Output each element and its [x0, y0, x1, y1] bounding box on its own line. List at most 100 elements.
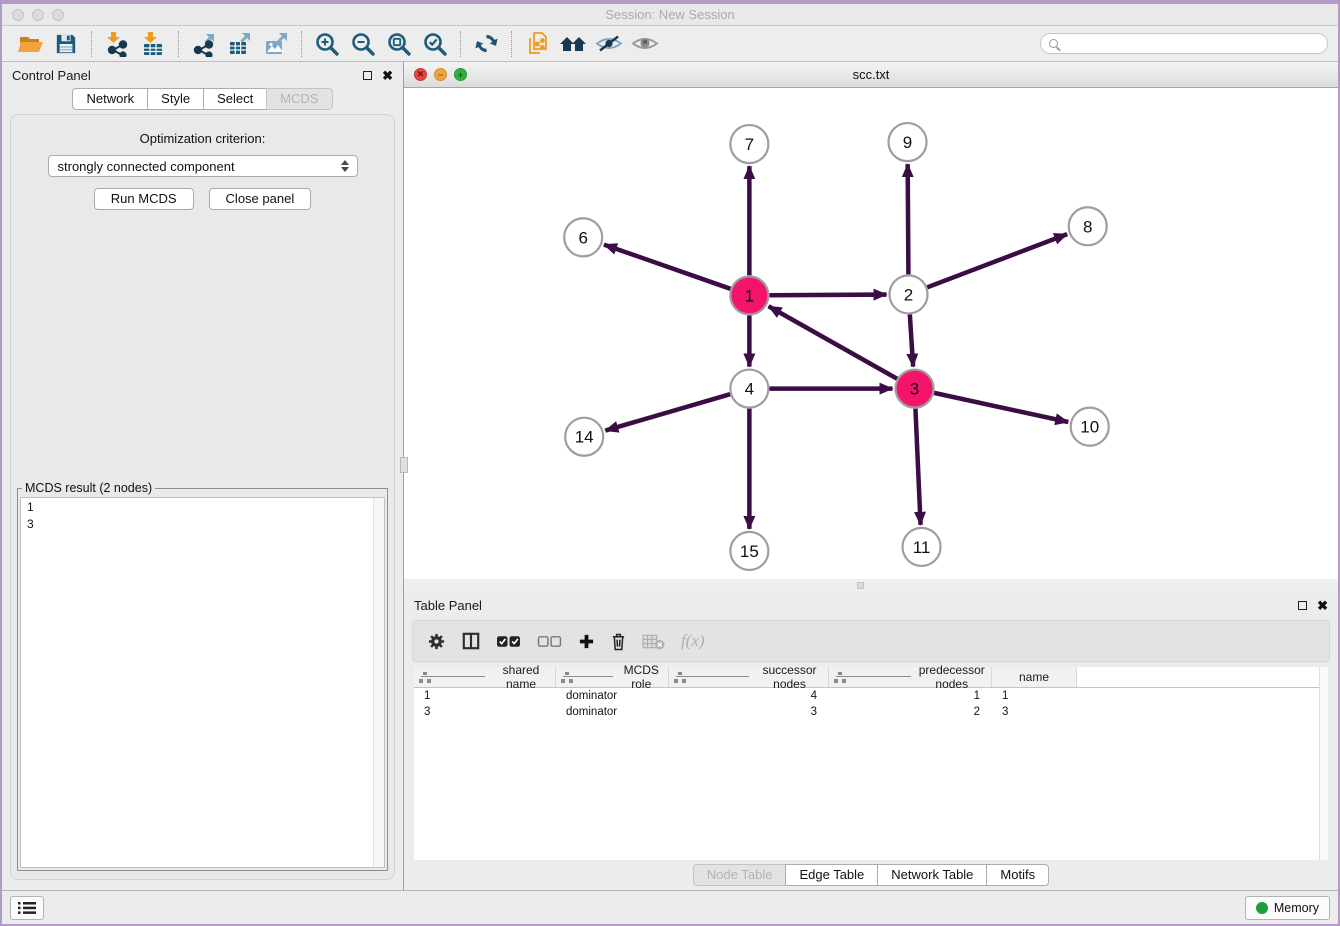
function-builder-button[interactable]: f(x): [681, 631, 705, 651]
refresh-icon: [474, 31, 499, 56]
node-label-3: 3: [910, 380, 919, 399]
float-panel-icon[interactable]: [363, 71, 372, 80]
toolbar-separator: [301, 31, 302, 57]
column-header-shared-name[interactable]: shared name: [414, 667, 556, 687]
export-network-icon: [191, 31, 217, 57]
float-table-panel-icon[interactable]: [1298, 601, 1307, 610]
edge-2-3[interactable]: [910, 314, 913, 366]
table-scrollbar[interactable]: [1319, 667, 1328, 860]
open-session-button[interactable]: [12, 29, 48, 59]
tab-network[interactable]: Network: [72, 88, 148, 110]
mcds-result-lines[interactable]: 13: [20, 497, 385, 868]
table-cell: 2: [829, 706, 992, 718]
import-table-icon: [140, 31, 166, 57]
tab-network-table[interactable]: Network Table: [877, 864, 987, 886]
save-session-button[interactable]: [48, 29, 84, 59]
column-header-name[interactable]: name: [992, 667, 1077, 687]
zoom-fit-button[interactable]: [381, 29, 417, 59]
search-input[interactable]: [1064, 34, 1327, 53]
criterion-select[interactable]: strongly connected component: [48, 155, 358, 177]
export-network-button[interactable]: [186, 29, 222, 59]
panel-divider-grip[interactable]: [400, 457, 408, 473]
import-network-icon: [104, 31, 130, 57]
table-cell: 1: [992, 690, 1077, 702]
tab-node-table[interactable]: Node Table: [693, 864, 787, 886]
table-cell: 3: [414, 706, 556, 718]
application-window: Session: New Session: [0, 0, 1340, 926]
first-neighbors-button[interactable]: [555, 29, 591, 59]
edge-2-9[interactable]: [908, 164, 909, 274]
close-panel-button[interactable]: Close panel: [209, 188, 312, 210]
zoom-fit-icon: [386, 31, 412, 57]
column-header-predecessor-nodes[interactable]: predecessor nodes: [829, 667, 992, 687]
tab-select[interactable]: Select: [203, 88, 267, 110]
import-table-button[interactable]: [135, 29, 171, 59]
tab-motifs[interactable]: Motifs: [986, 864, 1049, 886]
criterion-value: strongly connected component: [58, 159, 341, 174]
edge-3-1[interactable]: [769, 306, 898, 379]
create-column-button[interactable]: [578, 633, 595, 650]
edge-1-6[interactable]: [604, 245, 730, 289]
network-canvas[interactable]: 7968124314101511: [404, 88, 1338, 579]
export-image-button[interactable]: [258, 29, 294, 59]
tab-mcds[interactable]: MCDS: [266, 88, 332, 110]
column-hierarchy-icon: [561, 672, 615, 683]
table-row[interactable]: 3dominator323: [414, 704, 1328, 720]
zoom-selected-button[interactable]: [417, 29, 453, 59]
table-body: 1dominator4113dominator323: [414, 688, 1328, 860]
eye-icon: [631, 33, 659, 54]
tab-style[interactable]: Style: [147, 88, 204, 110]
close-table-panel-icon[interactable]: ✖: [1317, 599, 1328, 612]
optimization-criterion-label: Optimization criterion:: [11, 131, 394, 146]
table-cell: 3: [992, 706, 1077, 718]
network-window-titlebar: ✕ − + scc.txt: [404, 62, 1338, 88]
network-view-window: ✕ − + scc.txt 7968124314101511: [404, 62, 1338, 592]
table-panel-title: Table Panel: [414, 598, 482, 613]
export-table-icon: [227, 31, 253, 57]
main-toolbar: [2, 26, 1338, 62]
resize-grip[interactable]: [857, 582, 864, 589]
main-area: Control Panel ✖ Network Style Select MCD…: [2, 62, 1338, 890]
plus-icon: [578, 633, 595, 650]
tab-edge-table[interactable]: Edge Table: [785, 864, 878, 886]
result-line: 3: [27, 516, 370, 533]
task-history-button[interactable]: [10, 896, 44, 920]
refresh-network-button[interactable]: [468, 29, 504, 59]
show-columns-button[interactable]: [462, 632, 480, 650]
close-panel-icon[interactable]: ✖: [382, 69, 393, 82]
export-table-button[interactable]: [222, 29, 258, 59]
mcds-result-title: MCDS result (2 nodes): [22, 481, 155, 495]
search-icon: [1049, 39, 1058, 48]
table-tabs: Node Table Edge Table Network Table Moti…: [404, 860, 1338, 890]
node-label-4: 4: [745, 380, 754, 399]
import-network-button[interactable]: [99, 29, 135, 59]
edge-3-10[interactable]: [934, 393, 1068, 422]
toolbar-separator: [460, 31, 461, 57]
deselect-all-button[interactable]: [537, 634, 562, 649]
clone-network-button[interactable]: [519, 29, 555, 59]
zoom-out-button[interactable]: [345, 29, 381, 59]
edge-3-11[interactable]: [915, 409, 920, 525]
zoom-in-button[interactable]: [309, 29, 345, 59]
checked-boxes-icon: [496, 634, 521, 649]
hide-selected-button[interactable]: [591, 29, 627, 59]
show-all-button[interactable]: [627, 29, 663, 59]
table-cell: 1: [829, 690, 992, 702]
column-header-MCDS-role[interactable]: MCDS role: [556, 667, 669, 687]
delete-table-button[interactable]: [642, 633, 665, 650]
node-label-9: 9: [903, 133, 912, 152]
edge-4-14[interactable]: [605, 394, 730, 430]
run-mcds-button[interactable]: Run MCDS: [94, 188, 194, 210]
memory-button[interactable]: Memory: [1245, 896, 1330, 920]
eye-slash-icon: [595, 33, 623, 54]
node-label-14: 14: [575, 428, 594, 447]
search-field[interactable]: [1040, 33, 1328, 54]
edge-1-2[interactable]: [769, 295, 886, 296]
table-panel-header: Table Panel ✖: [404, 592, 1338, 618]
select-all-button[interactable]: [496, 634, 521, 649]
column-hierarchy-icon: [674, 672, 751, 683]
table-settings-button[interactable]: [427, 632, 446, 651]
column-header-successor-nodes[interactable]: successor nodes: [669, 667, 829, 687]
edge-2-8[interactable]: [927, 234, 1067, 287]
delete-column-button[interactable]: [611, 632, 626, 651]
